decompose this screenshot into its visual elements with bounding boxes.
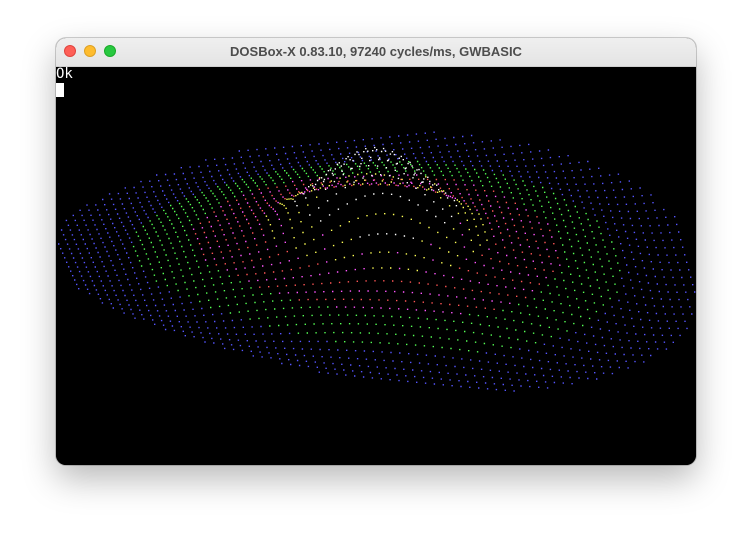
surface-plot-graphic	[58, 131, 696, 392]
dosbox-window: DOSBox-X 0.83.10, 97240 cycles/ms, GWBAS…	[56, 38, 696, 465]
surface-dots-yellow	[265, 173, 488, 272]
surface-dots-white	[294, 146, 458, 239]
text-cursor	[56, 83, 64, 97]
ok-prompt: Ok	[56, 66, 73, 82]
surface-dots-blue	[58, 131, 696, 392]
surface-dots-red	[194, 178, 559, 310]
surface-dots-magenta	[192, 174, 561, 315]
dos-screen[interactable]: Ok	[56, 67, 696, 465]
window-title: DOSBox-X 0.83.10, 97240 cycles/ms, GWBAS…	[230, 44, 522, 59]
surface-dots-green	[132, 160, 621, 353]
title-bar[interactable]: DOSBox-X 0.83.10, 97240 cycles/ms, GWBAS…	[56, 38, 696, 67]
